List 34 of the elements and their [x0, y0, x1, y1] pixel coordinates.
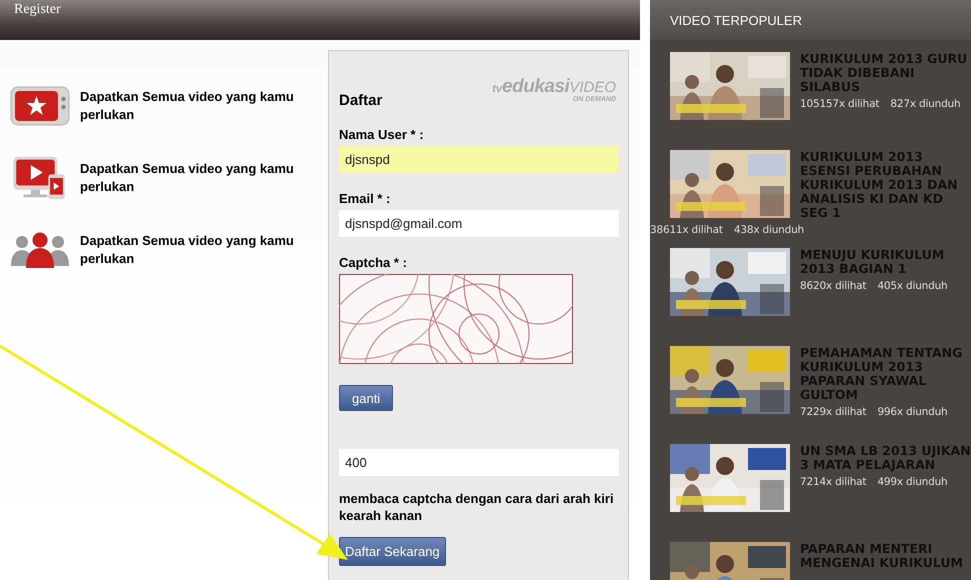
feature-text: Dapatkan Semua video yang kamu perlukan	[80, 88, 295, 124]
logo-text: VIDEO	[569, 80, 616, 95]
logo-text: tv	[492, 84, 502, 95]
panel-title: Register	[14, 2, 61, 18]
feature-text: Dapatkan Semua video yang kamu perlukan	[80, 232, 295, 268]
view-count: 105157x dilihat	[800, 97, 880, 111]
download-count: 996x diunduh	[877, 405, 948, 419]
captcha-field[interactable]: 400	[339, 449, 619, 476]
video-title[interactable]: UN SMA LB 2013 UJIKAN 3 MATA PELAJARAN	[650, 444, 971, 472]
panel-title: VIDEO TERPOPULER	[670, 12, 802, 28]
view-count: 38611x dilihat	[650, 223, 723, 237]
video-title[interactable]: PAPARAN MENTERI MENGENAI KURIKULUM	[650, 542, 971, 570]
email-field[interactable]: djsnspd@gmail.com	[339, 210, 619, 237]
field-label: Email * :	[339, 191, 392, 206]
captcha-hint: membaca captcha dengan cara dari arah kiri kearah kanan	[339, 490, 615, 524]
field-label: Nama User * :	[339, 127, 425, 142]
logo-text: edukasi	[502, 77, 570, 96]
video-title[interactable]: KURIKULUM 2013 GURU TIDAK DIBEBANI SILABUS	[650, 52, 971, 94]
video-title[interactable]: MENUJU KURIKULUM 2013 BAGIAN 1	[650, 248, 971, 276]
field-label: Captcha * :	[339, 255, 408, 270]
username-field[interactable]: djsnspd	[339, 146, 619, 173]
video-title[interactable]: PEMAHAMAN TENTANG KURIKULUM 2013 PAPARAN SYAWAL GULTOM	[650, 346, 971, 402]
download-count: 438x diunduh	[734, 223, 804, 237]
refresh-captcha-button[interactable]: ganti	[339, 385, 394, 411]
video-title[interactable]: KURIKULUM 2013 ESENSI PERUBAHAN KURIKULUM 2013 DAN ANALISIS KI DAN KD SEG 1	[650, 150, 971, 220]
download-count: 405x diunduh	[877, 279, 948, 293]
form-title: Daftar	[339, 92, 382, 109]
view-count: 7214x dilihat	[800, 475, 866, 489]
download-count: 827x diunduh	[890, 97, 960, 111]
feature-text: Dapatkan Semua video yang kamu perlukan	[80, 160, 295, 196]
register-button[interactable]: Daftar Sekarang	[339, 537, 446, 566]
download-count: 499x diunduh	[877, 475, 948, 489]
view-count: 8620x dilihat	[800, 279, 866, 293]
view-count: 7229x dilihat	[800, 405, 866, 419]
